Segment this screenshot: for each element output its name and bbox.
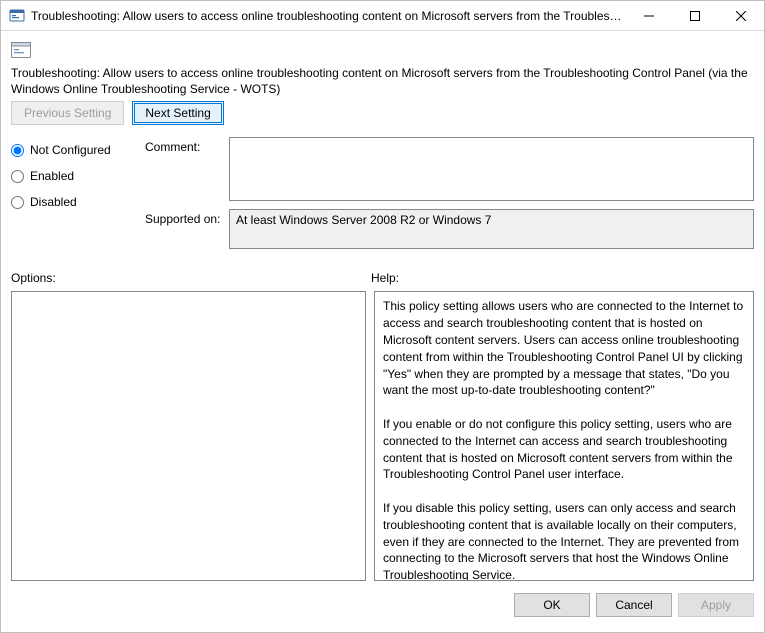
state-radio-group: Not Configured Enabled Disabled: [11, 137, 131, 257]
policy-icon: [11, 41, 31, 59]
comment-label: Comment:: [145, 137, 229, 154]
radio-label: Not Configured: [30, 143, 111, 157]
help-heading: Help:: [371, 271, 754, 285]
next-setting-button[interactable]: Next Setting: [132, 101, 223, 125]
close-button[interactable]: [718, 1, 764, 30]
cancel-button[interactable]: Cancel: [596, 593, 672, 617]
radio-not-configured-input[interactable]: [11, 144, 24, 157]
radio-not-configured[interactable]: Not Configured: [11, 137, 131, 163]
minimize-button[interactable]: [626, 1, 672, 30]
ok-button[interactable]: OK: [514, 593, 590, 617]
apply-button: Apply: [678, 593, 754, 617]
radio-label: Enabled: [30, 169, 74, 183]
app-icon: [9, 8, 25, 24]
title-bar: Troubleshooting: Allow users to access o…: [1, 1, 764, 31]
window-title: Troubleshooting: Allow users to access o…: [31, 9, 626, 23]
help-pane[interactable]: This policy setting allows users who are…: [374, 291, 754, 581]
options-heading: Options:: [11, 271, 371, 285]
radio-enabled-input[interactable]: [11, 170, 24, 183]
maximize-button[interactable]: [672, 1, 718, 30]
radio-label: Disabled: [30, 195, 77, 209]
policy-title: Troubleshooting: Allow users to access o…: [11, 65, 754, 97]
previous-setting-button: Previous Setting: [11, 101, 124, 125]
supported-on-value: At least Windows Server 2008 R2 or Windo…: [229, 209, 754, 249]
radio-disabled[interactable]: Disabled: [11, 189, 131, 215]
options-pane: [11, 291, 366, 581]
comment-input[interactable]: [229, 137, 754, 201]
supported-on-label: Supported on:: [145, 209, 229, 226]
radio-enabled[interactable]: Enabled: [11, 163, 131, 189]
radio-disabled-input[interactable]: [11, 196, 24, 209]
